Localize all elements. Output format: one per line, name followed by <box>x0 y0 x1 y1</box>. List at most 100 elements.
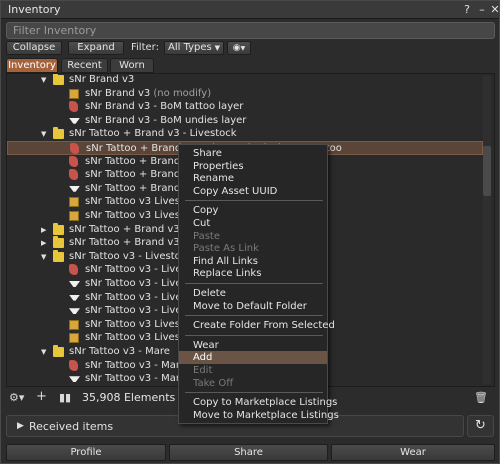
tattoo-icon <box>69 359 78 371</box>
undies-icon <box>69 281 80 287</box>
visibility-menu-button[interactable]: ◉▼ <box>227 41 251 55</box>
object-icon <box>69 211 79 221</box>
tree-scrollbar[interactable] <box>483 76 491 384</box>
profile-button[interactable]: Profile <box>6 444 166 461</box>
scrollbar-thumb[interactable] <box>483 146 491 196</box>
refresh-icon[interactable]: ↻ <box>467 415 494 437</box>
folder-row[interactable]: ▼ sNr Brand v3 <box>7 74 483 87</box>
menu-item-copy-to-marketplace-listings[interactable]: Copy to Marketplace Listings <box>179 396 337 409</box>
expand-arrow-icon: ▶ <box>17 421 24 431</box>
object-icon <box>69 88 79 99</box>
menu-item-rename[interactable]: Rename <box>179 172 327 185</box>
object-icon <box>69 197 79 208</box>
expand-button[interactable]: Expand <box>68 41 124 55</box>
menu-item-move-to-default-folder[interactable]: Move to Default Folder <box>179 300 327 313</box>
menu-item-paste-as-link: Paste As Link <box>193 243 259 255</box>
expanded-arrow-icon[interactable]: ▼ <box>41 127 49 141</box>
chevron-down-icon: ▼ <box>214 44 220 52</box>
undies-icon <box>69 117 80 124</box>
menu-separator <box>185 334 323 336</box>
context-menu: Share Properties Rename Copy Asset UUID Copy… <box>178 144 339 424</box>
menu-item-share[interactable]: Share <box>179 147 327 160</box>
book-icon[interactable]: ▮▮ <box>59 391 71 405</box>
item-label: sNr Brand v3 - BoM tattoo layer <box>85 101 244 113</box>
menu-item-copy[interactable]: Copy <box>179 204 327 217</box>
folder-icon <box>53 249 64 262</box>
folder-icon <box>53 127 64 140</box>
menu-item-take-off: Take Off <box>193 377 234 389</box>
eye-icon: ◉ <box>232 43 241 53</box>
folder-icon <box>53 236 64 249</box>
menu-item-find-all-links[interactable]: Find All Links <box>179 255 327 268</box>
item-label: sNr Tattoo v3 - Livestock <box>69 250 193 262</box>
chevron-down-icon: ▼ <box>240 45 246 52</box>
menu-item-create-folder-from-selected[interactable]: Create Folder From Selected <box>179 319 335 332</box>
item-label: sNr Brand v3 (no modify) <box>85 87 212 99</box>
menu-separator <box>185 283 323 284</box>
menu-item-copy-asset-uuid[interactable]: Copy Asset UUID <box>179 185 327 198</box>
title-bar[interactable]: Inventory ? – ✕ <box>1 1 500 19</box>
share-button[interactable]: Share <box>169 444 328 461</box>
tab-recent[interactable]: Recent <box>61 58 108 73</box>
toolbar: Collapse Expand Filter: All Types ▼ ◉▼ <box>1 41 499 55</box>
type-filter-value: All Types <box>168 42 212 53</box>
collapse-button[interactable]: Collapse <box>6 41 62 55</box>
received-items-label: Received items <box>29 420 114 433</box>
undies-icon <box>69 294 80 301</box>
object-icon <box>69 333 79 344</box>
collapsed-arrow-icon[interactable]: ▶ <box>41 236 49 250</box>
folder-icon <box>53 74 64 85</box>
wear-button[interactable]: Wear <box>331 444 495 461</box>
folder-icon <box>53 222 64 235</box>
menu-item-replace-links[interactable]: Replace Links <box>179 267 327 280</box>
element-count: 35,908 Elements <box>82 391 176 404</box>
undies-icon <box>69 185 80 192</box>
inventory-window: Inventory ? – ✕ Filter Inventory Collaps… <box>0 0 500 464</box>
menu-separator <box>185 315 323 317</box>
menu-item-delete[interactable]: Delete <box>179 287 327 300</box>
menu-separator <box>185 392 323 394</box>
window-title: Inventory <box>8 3 61 16</box>
folder-row[interactable]: ▼ sNr Tattoo + Brand v3 - Livestock <box>7 127 483 141</box>
tattoo-icon <box>69 155 78 167</box>
collapsed-arrow-icon[interactable]: ▶ <box>41 223 49 237</box>
help-button[interactable]: ? <box>460 2 474 17</box>
tattoo-icon <box>69 169 78 181</box>
type-filter-select[interactable]: All Types ▼ <box>164 41 224 55</box>
item-label: sNr Brand v3 - BoM undies layer <box>85 114 247 126</box>
folder-icon <box>53 345 64 357</box>
tattoo-icon <box>69 264 78 276</box>
undies-icon <box>69 376 80 383</box>
undies-icon <box>69 308 80 315</box>
gear-icon[interactable]: ⚙▾ <box>9 391 24 405</box>
menu-item-move-to-marketplace-listings[interactable]: Move to Marketplace Listings <box>179 409 339 422</box>
minimize-button[interactable]: – <box>475 2 489 17</box>
trash-icon[interactable]: 🗑 <box>474 391 488 405</box>
menu-item-edit: Edit <box>193 365 213 376</box>
filter-label: Filter: <box>131 42 159 53</box>
expanded-arrow-icon[interactable]: ▼ <box>41 345 49 359</box>
menu-item-add[interactable]: Add <box>179 351 327 365</box>
item-label: sNr Brand v3 <box>69 74 135 85</box>
menu-item-cut[interactable]: Cut <box>179 217 327 230</box>
tattoo-icon <box>70 143 79 154</box>
expanded-arrow-icon[interactable]: ▼ <box>41 74 49 87</box>
item-suffix: (no modify) <box>153 87 212 99</box>
expanded-arrow-icon[interactable]: ▼ <box>41 250 49 264</box>
plus-icon[interactable]: + <box>36 390 47 404</box>
menu-separator <box>185 200 323 202</box>
menu-item-wear[interactable]: Wear <box>179 339 327 352</box>
item-row[interactable]: sNr Brand v3 (no modify) <box>7 87 483 101</box>
tab-inventory[interactable]: Inventory <box>6 58 58 73</box>
close-button[interactable]: ✕ <box>488 2 500 17</box>
object-icon <box>69 319 79 330</box>
tattoo-icon <box>69 101 78 113</box>
item-label: sNr Tattoo v3 - Mare <box>69 346 170 357</box>
tab-worn[interactable]: Worn <box>110 58 154 73</box>
item-row[interactable]: sNr Brand v3 - BoM undies layer <box>7 114 483 128</box>
filter-inventory-input[interactable]: Filter Inventory <box>6 22 495 39</box>
item-row[interactable]: sNr Brand v3 - BoM tattoo layer <box>7 100 483 114</box>
item-label: sNr Tattoo + Brand v3 - Livestock <box>69 128 237 140</box>
menu-item-properties[interactable]: Properties <box>179 160 327 173</box>
menu-item-paste: Paste <box>193 230 220 242</box>
